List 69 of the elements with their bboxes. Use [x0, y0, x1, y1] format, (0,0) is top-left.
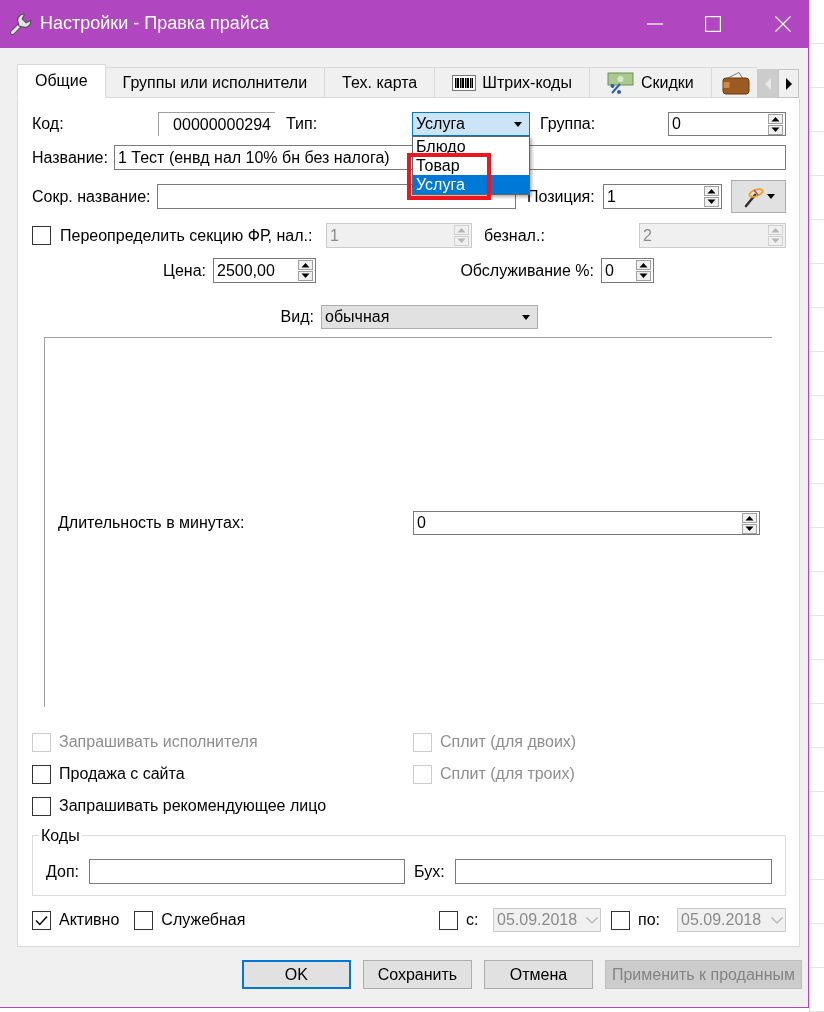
field-label: Группа: [540, 114, 597, 134]
field-label: Цена: [162, 260, 207, 281]
field-label: по: [638, 910, 661, 930]
field-label: Сокр. название: [32, 186, 152, 207]
caret-icon [522, 314, 530, 320]
checkbox[interactable] [32, 764, 51, 784]
chevron-down-icon [771, 916, 783, 924]
group-title: Коды [39, 826, 82, 845]
field-label: Доп: [46, 861, 81, 882]
field-label: Позиция: [527, 186, 596, 207]
caret-icon [767, 194, 775, 199]
save-button[interactable]: Сохранить [362, 960, 472, 989]
text-field[interactable] [455, 859, 772, 884]
dropdown-option[interactable]: Товар [413, 156, 529, 175]
field-label: безнал.: [484, 225, 546, 246]
close-icon [775, 16, 791, 32]
spin-arrows-icon[interactable] [742, 512, 757, 534]
window-title: Настройки - Правка прайса [40, 13, 270, 35]
price-spinbox[interactable]: 2500,00 [213, 258, 316, 283]
spin-arrows-icon[interactable] [768, 113, 783, 135]
dropdown-option[interactable]: Блюдо [413, 137, 529, 156]
maximize-icon [705, 16, 721, 32]
duration-spinbox[interactable]: 0 [413, 511, 760, 535]
checkbox[interactable] [32, 796, 51, 816]
field-label: Активно [59, 910, 120, 930]
field-label: Тип: [286, 114, 319, 134]
dropdown-option[interactable]: Услуга [413, 175, 529, 194]
checkbox-label: Запрашивать рекомендующее лицо [59, 796, 327, 816]
field-label: Служебная [161, 910, 246, 930]
spin-arrows-icon[interactable] [298, 260, 313, 281]
wallet-icon [721, 70, 750, 95]
banknote-percent-icon [606, 71, 635, 94]
field-label: Вид: [279, 307, 315, 327]
group-spinbox[interactable]: 0 [668, 112, 786, 136]
field-label: Длительность в минутах: [58, 513, 246, 533]
right-arrow-icon [783, 76, 794, 91]
service-spinbox[interactable]: 0 [601, 258, 654, 283]
field-label: Обслуживание %: [459, 260, 595, 281]
checkbox[interactable] [32, 910, 51, 930]
chevron-down-icon [586, 916, 598, 924]
spin-arrows-icon[interactable] [636, 260, 651, 281]
checkbox-label: Сплит (для троих) [440, 764, 575, 784]
field-label: Переопределить секцию ФР, нал.: [60, 225, 314, 246]
text-field[interactable] [89, 859, 405, 884]
field-label: Бух: [414, 861, 446, 882]
field-label: Название: [32, 147, 109, 168]
view-dropdown[interactable]: обычная [321, 305, 538, 329]
magic-wand-icon [742, 185, 764, 208]
tab[interactable]: Общие [17, 64, 106, 98]
ok-button[interactable]: OK [241, 960, 351, 989]
minimize-icon [647, 23, 663, 25]
checkbox-label: Запрашивать исполнителя [59, 732, 258, 752]
caret-icon [514, 121, 522, 127]
checkbox[interactable] [134, 910, 154, 930]
magic-wand-button[interactable] [731, 180, 786, 213]
cancel-button[interactable]: Отмена [483, 960, 593, 989]
barcode-icon [452, 74, 477, 91]
tab[interactable] [710, 67, 757, 98]
checkbox-label: Продажа с сайта [59, 764, 185, 784]
checkbox-label: Сплит (для двоих) [440, 732, 577, 752]
type-dropdown[interactable]: Услуга [412, 112, 530, 136]
wrench-icon [9, 12, 33, 36]
position-spinbox[interactable]: 1 [603, 184, 722, 209]
spin-arrows-icon[interactable] [704, 186, 719, 207]
scroll-right-button[interactable] [778, 69, 799, 98]
field-label: с: [466, 910, 480, 930]
code-value: 00000000294 [158, 112, 275, 136]
field-label: Код: [32, 114, 65, 134]
check-icon [35, 914, 48, 926]
